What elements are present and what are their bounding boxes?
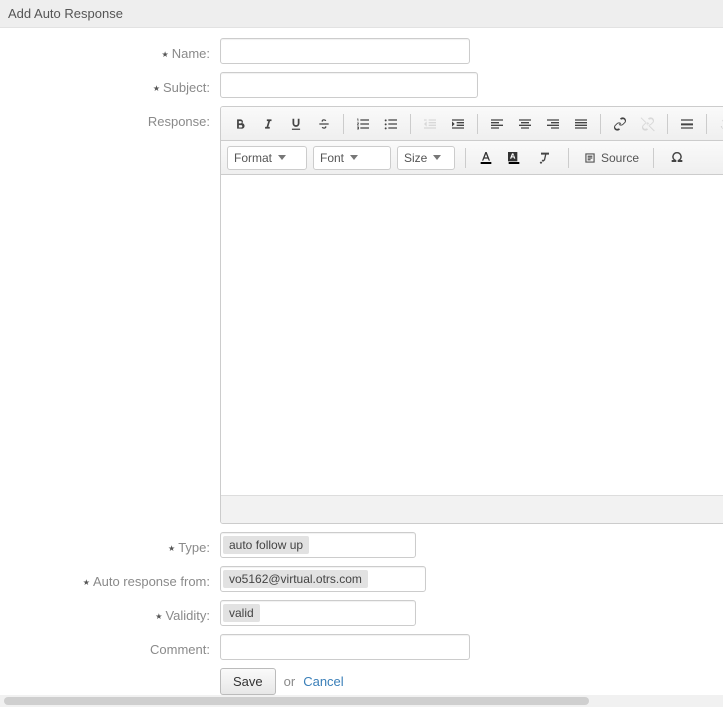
indent-button[interactable]: [445, 111, 471, 137]
undo-icon: [718, 116, 723, 132]
comment-input[interactable]: [220, 634, 470, 660]
separator: [667, 114, 668, 134]
special-char-icon: [669, 150, 685, 166]
italic-button[interactable]: [255, 111, 281, 137]
outdent-icon: [422, 116, 438, 132]
link-button[interactable]: [607, 111, 633, 137]
horizontal-scrollbar[interactable]: [0, 695, 723, 707]
italic-icon: [261, 117, 275, 131]
editor-toolbar-row-2: Format Font Size: [221, 141, 723, 175]
size-combo[interactable]: Size: [397, 146, 455, 170]
remove-format-button[interactable]: [532, 145, 558, 171]
row-type: Type: auto follow up: [0, 532, 723, 558]
form: Name: Subject: Response:: [0, 28, 723, 695]
justify-icon: [573, 116, 589, 132]
source-icon: [583, 151, 597, 165]
type-select-value: auto follow up: [223, 536, 309, 554]
validity-select-value: valid: [223, 604, 260, 622]
row-name: Name:: [0, 38, 723, 64]
separator: [600, 114, 601, 134]
save-button[interactable]: Save: [220, 668, 276, 695]
chevron-down-icon: [278, 155, 286, 160]
text-color-icon: [478, 150, 494, 166]
underline-icon: [289, 117, 303, 131]
unordered-list-button[interactable]: [378, 111, 404, 137]
indent-icon: [450, 116, 466, 132]
separator: [465, 148, 466, 168]
unlink-button[interactable]: [635, 111, 661, 137]
editor-content-area[interactable]: [221, 175, 723, 495]
chevron-down-icon: [350, 155, 358, 160]
background-color-icon: [506, 150, 522, 166]
name-input[interactable]: [220, 38, 470, 64]
special-char-button[interactable]: [664, 145, 690, 171]
validity-select[interactable]: valid: [220, 600, 416, 626]
label-type: Type:: [0, 536, 220, 555]
label-subject: Subject:: [0, 76, 220, 95]
undo-button[interactable]: [713, 111, 723, 137]
bold-button[interactable]: [227, 111, 253, 137]
separator: [653, 148, 654, 168]
remove-format-icon: [537, 150, 553, 166]
rich-text-editor: Format Font Size: [220, 106, 723, 524]
unordered-list-icon: [383, 116, 399, 132]
font-combo-label: Font: [320, 151, 344, 165]
label-name: Name:: [0, 42, 220, 61]
row-comment: Comment:: [0, 634, 723, 660]
or-text: or: [284, 674, 296, 689]
page-header: Add Auto Response: [0, 0, 723, 28]
label-validity: Validity:: [0, 604, 220, 623]
font-combo[interactable]: Font: [313, 146, 391, 170]
align-center-button[interactable]: [512, 111, 538, 137]
align-center-icon: [517, 116, 533, 132]
separator: [706, 114, 707, 134]
strike-icon: [317, 117, 331, 131]
horizontal-rule-icon: [679, 116, 695, 132]
format-combo-label: Format: [234, 151, 272, 165]
label-actions-spacer: [0, 680, 220, 684]
background-color-button[interactable]: [504, 148, 526, 168]
editor-status-bar: [221, 495, 723, 523]
align-right-button[interactable]: [540, 111, 566, 137]
source-button[interactable]: Source: [579, 148, 643, 168]
subject-input[interactable]: [220, 72, 478, 98]
source-button-label: Source: [601, 151, 639, 165]
justify-button[interactable]: [568, 111, 594, 137]
underline-button[interactable]: [283, 111, 309, 137]
text-color-button[interactable]: [476, 148, 498, 168]
bold-icon: [233, 117, 247, 131]
separator: [477, 114, 478, 134]
unlink-icon: [640, 116, 656, 132]
row-actions: Save or Cancel: [0, 668, 723, 695]
outdent-button[interactable]: [417, 111, 443, 137]
link-icon: [612, 116, 628, 132]
align-right-icon: [545, 116, 561, 132]
scrollbar-thumb[interactable]: [4, 697, 589, 705]
format-combo[interactable]: Format: [227, 146, 307, 170]
align-left-button[interactable]: [484, 111, 510, 137]
auto-response-from-select[interactable]: vo5162@virtual.otrs.com: [220, 566, 426, 592]
ordered-list-icon: [355, 116, 371, 132]
row-auto-response-from: Auto response from: vo5162@virtual.otrs.…: [0, 566, 723, 592]
chevron-down-icon: [433, 155, 441, 160]
type-select[interactable]: auto follow up: [220, 532, 416, 558]
row-response: Response:: [0, 106, 723, 524]
row-validity: Validity: valid: [0, 600, 723, 626]
label-comment: Comment:: [0, 638, 220, 657]
horizontal-rule-button[interactable]: [674, 111, 700, 137]
page-title: Add Auto Response: [8, 6, 123, 21]
auto-response-from-value: vo5162@virtual.otrs.com: [223, 570, 368, 588]
cancel-link[interactable]: Cancel: [303, 674, 343, 689]
ordered-list-button[interactable]: [350, 111, 376, 137]
size-combo-label: Size: [404, 151, 427, 165]
separator: [343, 114, 344, 134]
align-left-icon: [489, 116, 505, 132]
editor-toolbar-row-1: [221, 107, 723, 141]
row-subject: Subject:: [0, 72, 723, 98]
separator: [410, 114, 411, 134]
label-response: Response:: [0, 106, 220, 129]
strike-button[interactable]: [311, 111, 337, 137]
label-auto-response-from: Auto response from:: [0, 570, 220, 589]
separator: [568, 148, 569, 168]
